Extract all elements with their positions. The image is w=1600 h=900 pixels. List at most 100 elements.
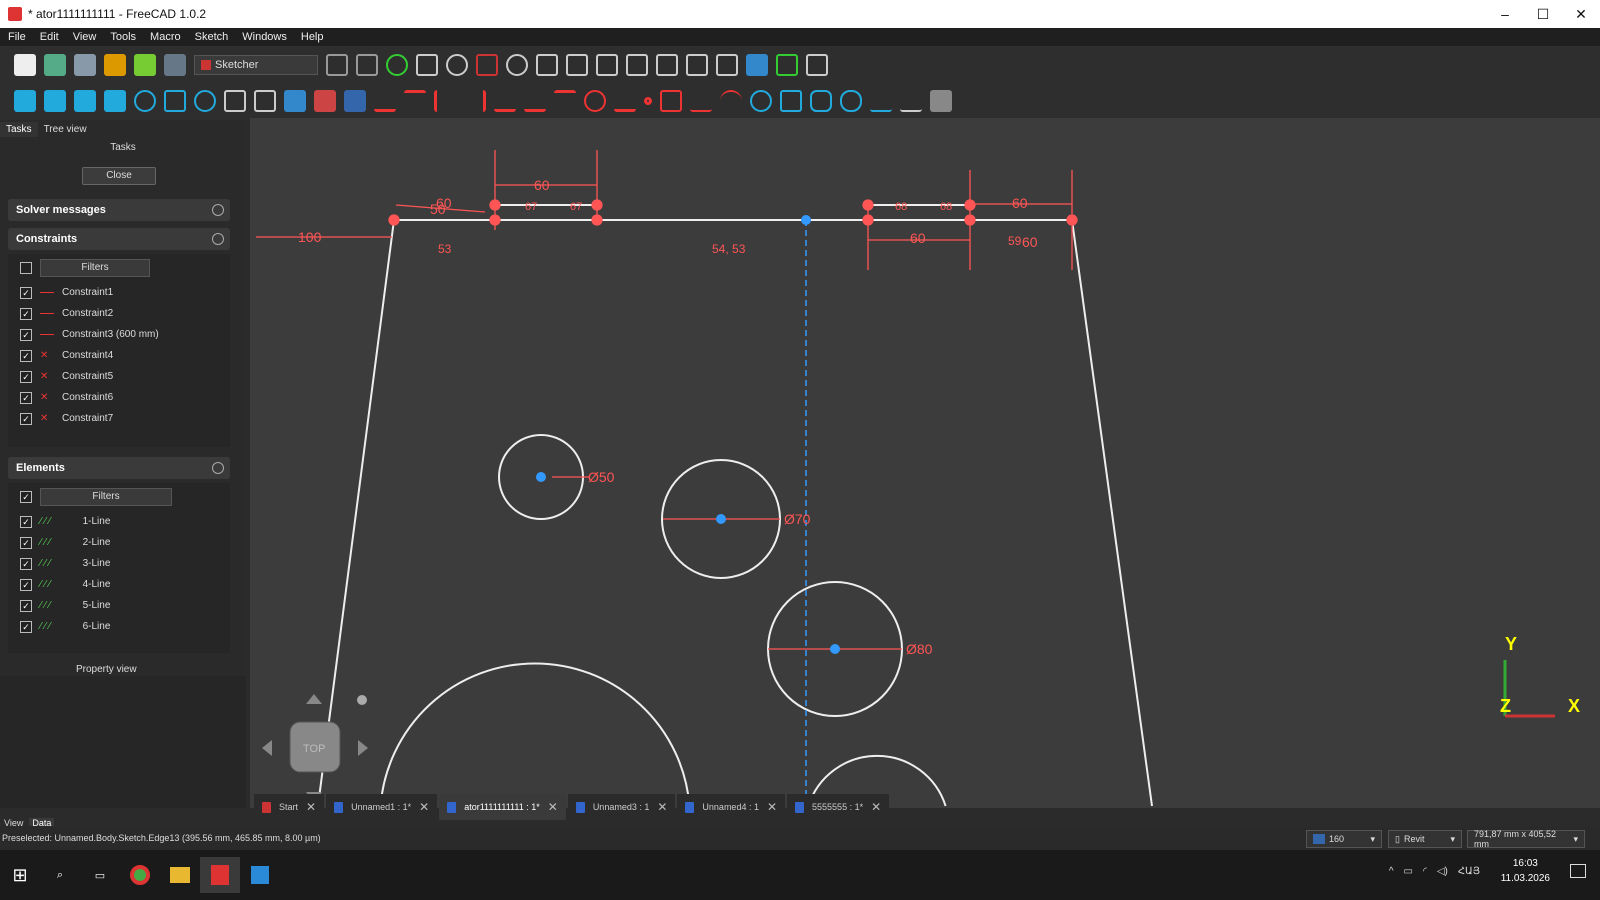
snap-icon[interactable] xyxy=(656,54,678,76)
doc-tab-active[interactable]: ator1111111111 : 1* ✕ xyxy=(439,794,566,820)
constraint-label[interactable]: Constraint1 xyxy=(62,287,113,298)
constraint-angle-icon[interactable] xyxy=(374,90,396,112)
element-label[interactable]: 2-Line xyxy=(83,537,111,548)
checkbox[interactable]: ✓ xyxy=(20,599,32,612)
checkbox[interactable]: ✓ xyxy=(20,578,32,591)
slot-tool-icon[interactable] xyxy=(840,90,862,112)
navigation-cube[interactable]: TOP xyxy=(262,694,368,802)
checkbox[interactable]: ✓ xyxy=(20,349,32,362)
fit-all-icon[interactable] xyxy=(14,90,36,112)
close-tab-icon[interactable]: ✕ xyxy=(548,800,558,814)
constraint-parallel-icon[interactable] xyxy=(464,90,486,112)
doc-tab[interactable]: Unnamed4 : 1 ✕ xyxy=(677,794,786,820)
extend-icon[interactable] xyxy=(566,54,588,76)
circle-draw-icon[interactable] xyxy=(750,90,772,112)
search-icon[interactable]: ⌕ xyxy=(40,857,80,893)
refresh-icon[interactable] xyxy=(164,54,186,76)
menu-edit[interactable]: Edit xyxy=(40,31,59,43)
menu-macro[interactable]: Macro xyxy=(150,31,181,43)
elements-header[interactable]: Elements xyxy=(8,457,230,479)
mirror-sketch-icon[interactable] xyxy=(476,54,498,76)
new-file-icon[interactable] xyxy=(14,54,36,76)
element-label[interactable]: 6-Line xyxy=(83,621,111,632)
close-tab-icon[interactable]: ✕ xyxy=(871,800,881,814)
vscode-icon[interactable] xyxy=(240,857,280,893)
measure-icon[interactable] xyxy=(104,90,126,112)
element-filters-dropdown[interactable]: Filters xyxy=(40,488,172,506)
arc-tool-icon[interactable] xyxy=(720,90,742,112)
rendering-order-icon[interactable] xyxy=(686,54,708,76)
3d-view[interactable]: 100 60 50 60 60 60 60 Ø50 Ø70 Ø80 53 54,… xyxy=(250,118,1600,808)
element-label[interactable]: 1-Line xyxy=(83,516,111,527)
language-indicator[interactable]: ՀԱՅ xyxy=(1458,866,1480,877)
checkbox[interactable]: ✓ xyxy=(20,412,32,425)
element-label[interactable]: 5-Line xyxy=(83,600,111,611)
zoom-icon[interactable] xyxy=(194,90,216,112)
element-label[interactable]: 4-Line xyxy=(83,579,111,590)
view-section-icon[interactable] xyxy=(356,54,378,76)
selection-view-icon[interactable] xyxy=(164,90,186,112)
checkbox[interactable]: ✓ xyxy=(20,307,32,320)
dimension-readout-dropdown[interactable]: 791,87 mm x 405,52 mm ▾ xyxy=(1467,829,1585,849)
point-tool-icon[interactable] xyxy=(644,97,652,105)
close-tab-icon[interactable]: ✕ xyxy=(419,800,429,814)
navigation-style-dropdown[interactable]: ▯ Revit ▾ xyxy=(1388,830,1462,848)
constraint-label[interactable]: Constraint6 xyxy=(62,392,113,403)
menu-tools[interactable]: Tools xyxy=(110,31,136,43)
polygon-tool-icon[interactable] xyxy=(416,54,438,76)
select-icon[interactable] xyxy=(254,90,276,112)
constraint-filters-dropdown[interactable]: Filters xyxy=(40,259,150,277)
checkbox[interactable]: ✓ xyxy=(20,536,32,549)
rectangle-tool-icon[interactable] xyxy=(780,90,802,112)
section-view-icon[interactable] xyxy=(344,90,366,112)
chrome-icon[interactable] xyxy=(120,857,160,893)
carbon-copy-icon[interactable] xyxy=(746,54,768,76)
menu-windows[interactable]: Windows xyxy=(242,31,287,43)
open-file-icon[interactable] xyxy=(44,54,66,76)
close-tab-icon[interactable]: ✕ xyxy=(767,800,777,814)
polygon-draw-icon[interactable] xyxy=(810,90,832,112)
doc-tab[interactable]: Start ✕ xyxy=(254,794,325,820)
start-icon[interactable]: ⊞ xyxy=(0,857,40,893)
fit-selection-icon[interactable] xyxy=(44,90,66,112)
checkbox[interactable]: ✓ xyxy=(20,515,32,528)
grid-icon[interactable] xyxy=(626,54,648,76)
constraints-header[interactable]: Constraints xyxy=(8,228,230,250)
menu-file[interactable]: File xyxy=(8,31,26,43)
constraint-perpendicular-icon[interactable] xyxy=(434,90,456,112)
isometric-view-icon[interactable] xyxy=(74,90,96,112)
close-button[interactable]: Close xyxy=(82,167,156,185)
constraint-lock-icon[interactable] xyxy=(584,90,606,112)
polyline-tool-icon[interactable] xyxy=(660,90,682,112)
leave-sketch-icon[interactable] xyxy=(284,90,306,112)
draw-style-icon[interactable] xyxy=(134,90,156,112)
clock[interactable]: 16:03 11.03.2026 xyxy=(1501,856,1550,886)
view-sketch-icon[interactable] xyxy=(326,54,348,76)
validate-icon[interactable] xyxy=(716,54,738,76)
constraint-label[interactable]: Constraint5 xyxy=(62,371,113,382)
menu-sketch[interactable]: Sketch xyxy=(195,31,229,43)
constraint-label[interactable]: Constraint3 (600 mm) xyxy=(62,329,159,340)
tab-tree-view[interactable]: Tree view xyxy=(38,122,93,137)
redo-icon[interactable] xyxy=(134,54,156,76)
constraint-block-icon[interactable] xyxy=(524,90,546,112)
constraint-label[interactable]: Constraint4 xyxy=(62,350,113,361)
menu-help[interactable]: Help xyxy=(301,31,324,43)
bspline-tool-icon[interactable] xyxy=(870,90,892,112)
file-explorer-icon[interactable] xyxy=(160,857,200,893)
save-icon[interactable] xyxy=(74,54,96,76)
constraint-label[interactable]: Constraint7 xyxy=(62,413,113,424)
constraint-label[interactable]: Constraint2 xyxy=(62,308,113,319)
attach-sketch-icon[interactable] xyxy=(446,54,468,76)
undo-icon[interactable] xyxy=(104,54,126,76)
element-label[interactable]: 3-Line xyxy=(83,558,111,569)
constraint-vertical-icon[interactable] xyxy=(404,90,426,112)
circle-tool-icon[interactable] xyxy=(386,54,408,76)
constraint-equal-icon[interactable] xyxy=(554,90,576,112)
menu-view[interactable]: View xyxy=(73,31,97,43)
close-shape-icon[interactable] xyxy=(806,54,828,76)
split-icon[interactable] xyxy=(596,54,618,76)
close-window-button[interactable]: ✕ xyxy=(1562,0,1600,28)
hexagon-icon[interactable] xyxy=(930,90,952,112)
maximize-button[interactable]: ☐ xyxy=(1524,0,1562,28)
